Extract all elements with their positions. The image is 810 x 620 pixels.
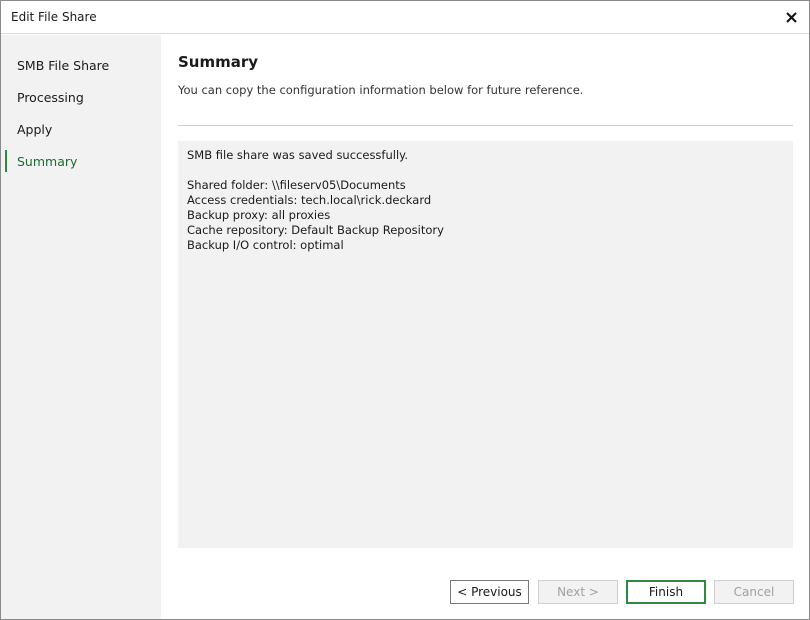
step-label: Summary: [17, 154, 78, 169]
previous-button[interactable]: < Previous: [450, 580, 529, 604]
summary-shared-folder: Shared folder: \\fileserv05\Documents: [187, 178, 406, 192]
step-smb-file-share[interactable]: SMB File Share: [1, 53, 161, 79]
step-label: Processing: [17, 90, 84, 105]
step-apply[interactable]: Apply: [1, 117, 161, 143]
step-summary[interactable]: Summary: [1, 149, 161, 175]
summary-backup-io-control: Backup I/O control: optimal: [187, 238, 344, 252]
step-label: SMB File Share: [17, 58, 110, 73]
wizard-steps-sidebar: SMB File Share Processing Apply Summary: [1, 35, 161, 619]
divider: [178, 125, 793, 126]
summary-access-credentials: Access credentials: tech.local\rick.deck…: [187, 193, 432, 207]
summary-cache-repository: Cache repository: Default Backup Reposit…: [187, 223, 444, 237]
close-icon: [785, 11, 797, 23]
step-label: Apply: [17, 122, 53, 137]
title-bar: Edit File Share: [1, 1, 809, 34]
page-title: Summary: [178, 53, 259, 71]
summary-text-box[interactable]: SMB file share was saved successfully. S…: [178, 141, 793, 548]
summary-status: SMB file share was saved successfully.: [187, 148, 408, 162]
finish-button[interactable]: Finish: [626, 580, 706, 604]
close-button[interactable]: [779, 5, 803, 29]
next-button[interactable]: Next >: [538, 580, 618, 604]
page-description: You can copy the configuration informati…: [178, 83, 584, 97]
cancel-button[interactable]: Cancel: [714, 580, 794, 604]
window-title: Edit File Share: [11, 10, 97, 24]
edit-file-share-dialog: Edit File Share SMB File Share Processin…: [0, 0, 810, 620]
main-panel: Summary You can copy the configuration i…: [161, 35, 809, 619]
step-processing[interactable]: Processing: [1, 85, 161, 111]
summary-backup-proxy: Backup proxy: all proxies: [187, 208, 331, 222]
